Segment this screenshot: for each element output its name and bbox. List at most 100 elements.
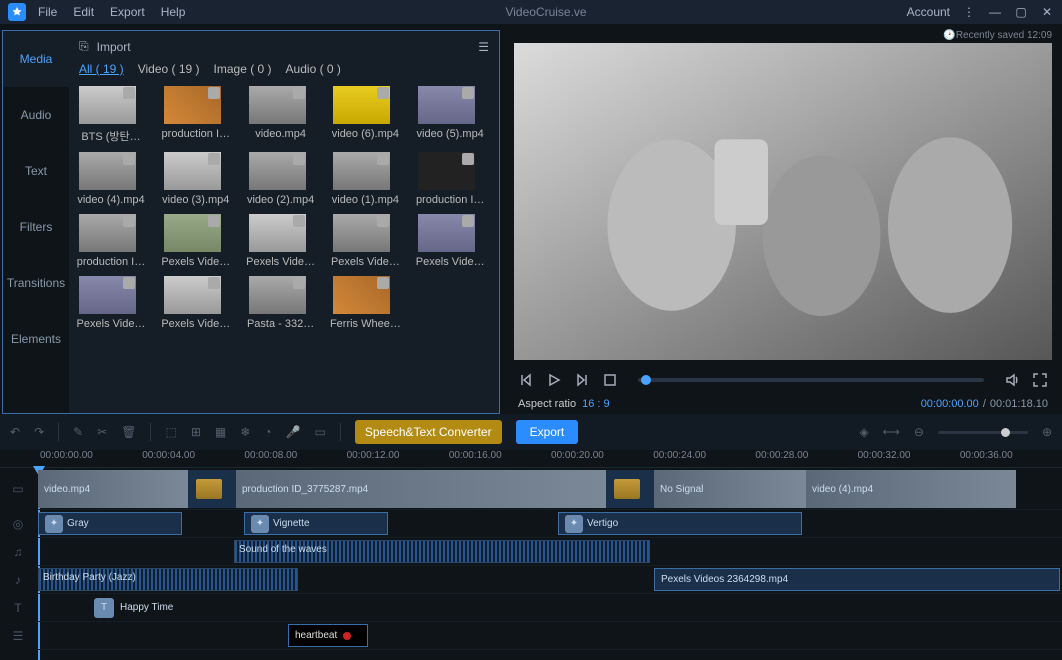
add-badge-icon[interactable]	[377, 153, 389, 165]
account-link[interactable]: Account	[907, 5, 950, 19]
filter-track[interactable]: ✦Gray ✦Vignette ✦Vertigo	[38, 510, 1062, 538]
media-item[interactable]: Pexels Vide…	[418, 214, 483, 268]
freeze-icon[interactable]: ❄	[240, 425, 250, 439]
add-badge-icon[interactable]	[377, 87, 389, 99]
import-button[interactable]: Import	[97, 40, 131, 54]
video-clip[interactable]: video.mp4	[38, 470, 188, 508]
add-badge-icon[interactable]	[293, 87, 305, 99]
filter-clip[interactable]: ✦Vignette	[244, 512, 388, 535]
menu-file[interactable]: File	[38, 5, 57, 19]
audio-track-2[interactable]: Birthday Party (Jazz) Pexels Videos 2364…	[38, 566, 1062, 594]
track-text-icon[interactable]: T	[0, 594, 36, 622]
add-badge-icon[interactable]	[462, 87, 474, 99]
menu-help[interactable]: Help	[161, 5, 186, 19]
media-item[interactable]: production I…	[79, 214, 144, 268]
list-view-icon[interactable]: ☰	[478, 40, 489, 54]
zoom-out-icon[interactable]: ⊖	[914, 425, 924, 439]
next-frame-icon[interactable]	[574, 372, 590, 388]
video-track[interactable]: video.mp4 production ID_3775287.mp4 No Sig…	[38, 468, 1062, 510]
menu-export[interactable]: Export	[110, 5, 145, 19]
heartbeat-clip[interactable]: heartbeat	[288, 624, 368, 647]
track-music-icon[interactable]: ♫	[0, 538, 36, 566]
sidebar-transitions[interactable]: Transitions	[3, 255, 69, 311]
delete-icon[interactable]: 🗑	[121, 425, 136, 439]
video-clip[interactable]	[606, 470, 654, 508]
media-item[interactable]: video (1).mp4	[333, 152, 398, 206]
add-badge-icon[interactable]	[123, 277, 135, 289]
add-badge-icon[interactable]	[293, 277, 305, 289]
add-badge-icon[interactable]	[123, 87, 135, 99]
voiceover-icon[interactable]: 🎤	[286, 425, 301, 439]
crop-icon[interactable]: ⬚	[165, 425, 176, 439]
prev-frame-icon[interactable]	[518, 372, 534, 388]
export-button[interactable]: Export	[516, 420, 579, 444]
media-item[interactable]: Pasta - 332…	[249, 276, 314, 330]
track-filter-icon[interactable]: ◎	[0, 510, 36, 538]
audio-clip[interactable]: Sound of the waves	[234, 540, 650, 563]
audio-clip[interactable]: Birthday Party (Jazz)	[38, 568, 298, 591]
filter-clip[interactable]: ✦Vertigo	[558, 512, 802, 535]
media-item[interactable]: BTS (방탄…	[79, 86, 144, 144]
volume-icon[interactable]	[1004, 372, 1020, 388]
filter-clip[interactable]: ✦Gray	[38, 512, 182, 535]
media-item[interactable]: Pexels Vide…	[79, 276, 144, 330]
media-item[interactable]: production I…	[418, 152, 483, 206]
add-badge-icon[interactable]	[462, 215, 474, 227]
menu-edit[interactable]: Edit	[73, 5, 94, 19]
stop-icon[interactable]	[602, 372, 618, 388]
duration-icon[interactable]: ◔	[264, 425, 271, 439]
play-icon[interactable]	[546, 372, 562, 388]
extra-track[interactable]: heartbeat	[38, 622, 1062, 650]
split-icon[interactable]: ⊞	[191, 425, 201, 439]
add-badge-icon[interactable]	[208, 87, 220, 99]
media-item[interactable]: video (3).mp4	[164, 152, 229, 206]
add-badge-icon[interactable]	[377, 215, 389, 227]
minimize-icon[interactable]: —	[988, 5, 1002, 19]
zoom-slider[interactable]	[938, 431, 1028, 434]
media-item[interactable]: video.mp4	[249, 86, 314, 144]
video-clip[interactable]: No Signal	[654, 470, 806, 508]
fullscreen-icon[interactable]	[1032, 372, 1048, 388]
sidebar-audio[interactable]: Audio	[3, 87, 69, 143]
text-track[interactable]: THappy Time	[38, 594, 1062, 622]
media-item[interactable]: video (4).mp4	[79, 152, 144, 206]
filter-tab-audio[interactable]: Audio ( 0 )	[286, 62, 341, 76]
filter-tab-image[interactable]: Image ( 0 )	[214, 62, 272, 76]
cut-icon[interactable]: ✂	[97, 425, 107, 439]
undo-icon[interactable]: ↶	[10, 425, 20, 439]
media-item[interactable]: Pexels Vide…	[333, 214, 398, 268]
record-screen-icon[interactable]: ▭	[315, 425, 326, 439]
more-icon[interactable]: ⋮	[962, 5, 976, 19]
edit-clip-icon[interactable]: ✎	[73, 425, 83, 439]
media-item[interactable]: Pexels Vide…	[164, 214, 229, 268]
media-item[interactable]: production I…	[164, 86, 229, 144]
media-item[interactable]: Pexels Vide…	[249, 214, 314, 268]
add-badge-icon[interactable]	[208, 153, 220, 165]
add-badge-icon[interactable]	[293, 215, 305, 227]
sidebar-text[interactable]: Text	[3, 143, 69, 199]
video-clip[interactable]	[188, 470, 236, 508]
media-item[interactable]: video (6).mp4	[333, 86, 398, 144]
maximize-icon[interactable]: ▢	[1014, 5, 1028, 19]
add-badge-icon[interactable]	[293, 153, 305, 165]
mosaic-icon[interactable]: ▦	[215, 425, 226, 439]
video-clip[interactable]: production ID_3775287.mp4	[236, 470, 606, 508]
sidebar-elements[interactable]: Elements	[3, 311, 69, 367]
fit-icon[interactable]: ⟷	[883, 425, 900, 439]
video-preview[interactable]	[514, 43, 1052, 360]
video-clip[interactable]: video (4).mp4	[806, 470, 1016, 508]
zoom-in-icon[interactable]: ⊕	[1042, 425, 1052, 439]
preview-scrubber[interactable]	[638, 378, 984, 382]
add-badge-icon[interactable]	[123, 153, 135, 165]
close-icon[interactable]: ✕	[1040, 5, 1054, 19]
media-item[interactable]: Pexels Vide…	[164, 276, 229, 330]
speech-text-button[interactable]: Speech&Text Converter	[355, 420, 502, 444]
filter-tab-video[interactable]: Video ( 19 )	[138, 62, 200, 76]
add-badge-icon[interactable]	[123, 215, 135, 227]
media-item[interactable]: video (5).mp4	[418, 86, 483, 144]
add-badge-icon[interactable]	[462, 153, 474, 165]
redo-icon[interactable]: ↷	[34, 425, 44, 439]
add-badge-icon[interactable]	[208, 215, 220, 227]
sidebar-filters[interactable]: Filters	[3, 199, 69, 255]
track-video-icon[interactable]: ▭	[0, 468, 36, 510]
